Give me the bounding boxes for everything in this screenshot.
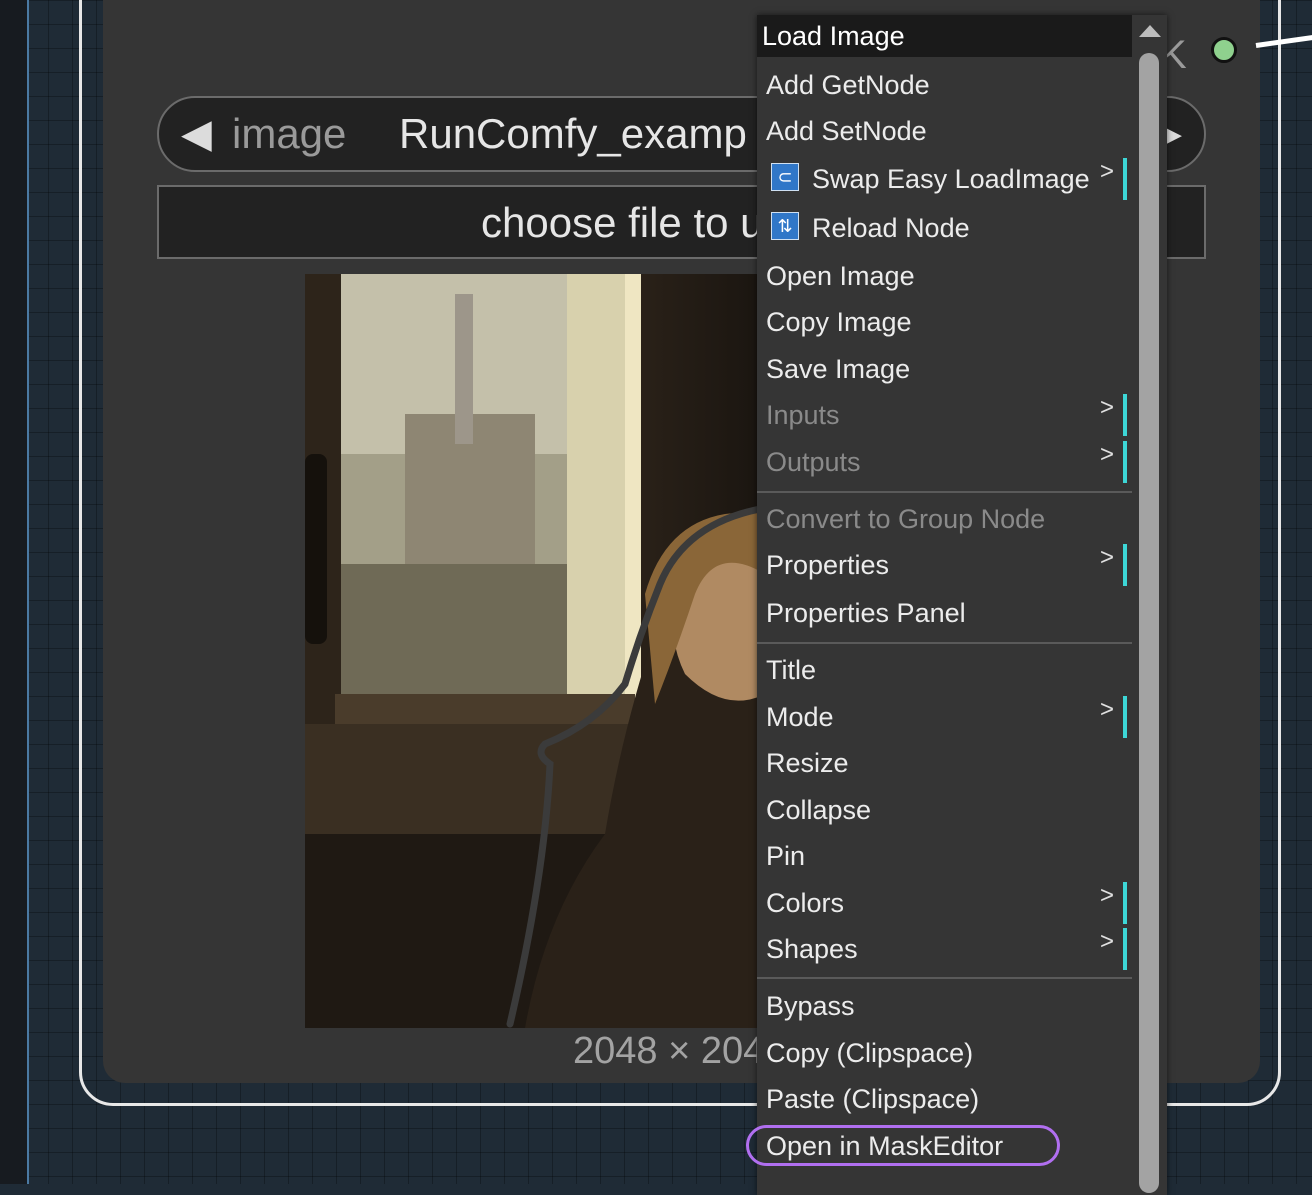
menu-item-label: Shapes: [766, 934, 858, 964]
combo-widget-value: RunComfy_examp: [399, 110, 747, 157]
menu-item-properties-panel[interactable]: Properties Panel: [757, 590, 1132, 636]
menu-scrollbar-thumb[interactable]: [1139, 53, 1159, 1193]
menu-item-label: Colors: [766, 888, 845, 918]
menu-item-convert-to-group-node: Convert to Group Node: [757, 496, 1132, 542]
menu-item-mode[interactable]: Mode >: [757, 694, 1132, 740]
submenu-indicator-bar: [1123, 696, 1127, 738]
menu-item-inputs: Inputs >: [757, 392, 1132, 438]
menu-item-add-setnode[interactable]: Add SetNode: [757, 108, 1132, 154]
canvas-left-edge: [27, 0, 29, 1184]
menu-item-label: Copy Image: [766, 307, 912, 337]
menu-item-outputs: Outputs >: [757, 439, 1132, 485]
menu-item-shapes[interactable]: Shapes >: [757, 926, 1132, 972]
scroll-up-arrow-icon[interactable]: [1139, 25, 1161, 37]
menu-item-reload-node[interactable]: ⇅ Reload Node: [757, 205, 1132, 251]
submenu-indicator-bar: [1123, 544, 1127, 586]
submenu-arrow-icon: >: [1100, 441, 1115, 468]
image-dimensions: 2048 × 204: [573, 1030, 765, 1072]
submenu-arrow-icon: >: [1100, 928, 1115, 955]
menu-item-label: Swap Easy LoadImage: [812, 164, 1090, 194]
menu-item-copy-clipspace[interactable]: Copy (Clipspace): [757, 1030, 1132, 1076]
context-menu-title-text: Load Image: [762, 21, 905, 51]
menu-item-label: Add SetNode: [766, 116, 927, 146]
menu-item-copy-image[interactable]: Copy Image: [757, 299, 1132, 345]
menu-item-collapse[interactable]: Collapse: [757, 787, 1132, 833]
submenu-indicator-bar: [1123, 928, 1127, 970]
menu-item-label: Inputs: [766, 400, 840, 430]
menu-item-label: Bypass: [766, 991, 855, 1021]
submenu-arrow-icon: >: [1100, 696, 1115, 723]
context-menu: Load Image Add GetNode Add SetNode ⊂ Swap E…: [757, 15, 1167, 1195]
submenu-indicator-bar: [1123, 882, 1127, 924]
submenu-arrow-icon: >: [1100, 158, 1115, 185]
context-menu-title: Load Image: [757, 15, 1132, 57]
combo-prev-arrow-icon[interactable]: ◀: [181, 111, 212, 157]
swap-icon: ⊂: [771, 163, 799, 191]
menu-item-open-image[interactable]: Open Image: [757, 253, 1132, 299]
menu-item-label: Copy (Clipspace): [766, 1038, 974, 1068]
upload-button-label: choose file to u: [481, 199, 764, 246]
menu-item-label: Outputs: [766, 447, 861, 477]
combo-widget-name: image: [232, 110, 347, 157]
menu-item-label: Pin: [766, 841, 806, 871]
menu-item-properties[interactable]: Properties >: [757, 542, 1132, 588]
menu-item-label: Open Image: [766, 261, 915, 291]
submenu-arrow-icon: >: [1100, 544, 1115, 571]
submenu-arrow-icon: >: [1100, 394, 1115, 421]
submenu-arrow-icon: >: [1100, 882, 1115, 909]
menu-item-label: Save Image: [766, 354, 911, 384]
menu-item-save-image[interactable]: Save Image: [757, 346, 1132, 392]
menu-item-swap-easy-loadimage[interactable]: ⊂ Swap Easy LoadImage >: [757, 156, 1132, 202]
menu-item-label: Reload Node: [812, 213, 970, 243]
output-slot-dot[interactable]: [1211, 37, 1237, 63]
menu-item-label: Mode: [766, 702, 834, 732]
submenu-indicator-bar: [1123, 441, 1127, 483]
menu-item-label: Title: [766, 655, 817, 685]
menu-separator: [757, 491, 1132, 493]
menu-item-paste-clipspace[interactable]: Paste (Clipspace): [757, 1076, 1132, 1122]
menu-separator: [757, 977, 1132, 979]
reload-icon: ⇅: [771, 212, 799, 240]
highlight-ring: [746, 1125, 1060, 1166]
menu-item-colors[interactable]: Colors >: [757, 880, 1132, 926]
canvas-left-strip: [0, 0, 28, 1184]
menu-item-pin[interactable]: Pin: [757, 833, 1132, 879]
menu-item-label: Collapse: [766, 795, 872, 825]
image-preview: [305, 274, 765, 1028]
menu-separator: [757, 642, 1132, 644]
menu-item-label: Properties Panel: [766, 598, 966, 628]
menu-item-add-getnode[interactable]: Add GetNode: [757, 62, 1132, 108]
menu-item-label: Properties: [766, 550, 890, 580]
menu-item-title[interactable]: Title: [757, 647, 1132, 693]
menu-item-label: Resize: [766, 748, 849, 778]
submenu-indicator-bar: [1123, 394, 1127, 436]
submenu-indicator-bar: [1123, 158, 1127, 200]
image-preview-artwork: [305, 274, 765, 1028]
menu-item-resize[interactable]: Resize: [757, 740, 1132, 786]
menu-item-label: Paste (Clipspace): [766, 1084, 980, 1114]
menu-item-label: Add GetNode: [766, 70, 930, 100]
menu-item-label: Convert to Group Node: [766, 504, 1046, 534]
menu-item-bypass[interactable]: Bypass: [757, 983, 1132, 1029]
